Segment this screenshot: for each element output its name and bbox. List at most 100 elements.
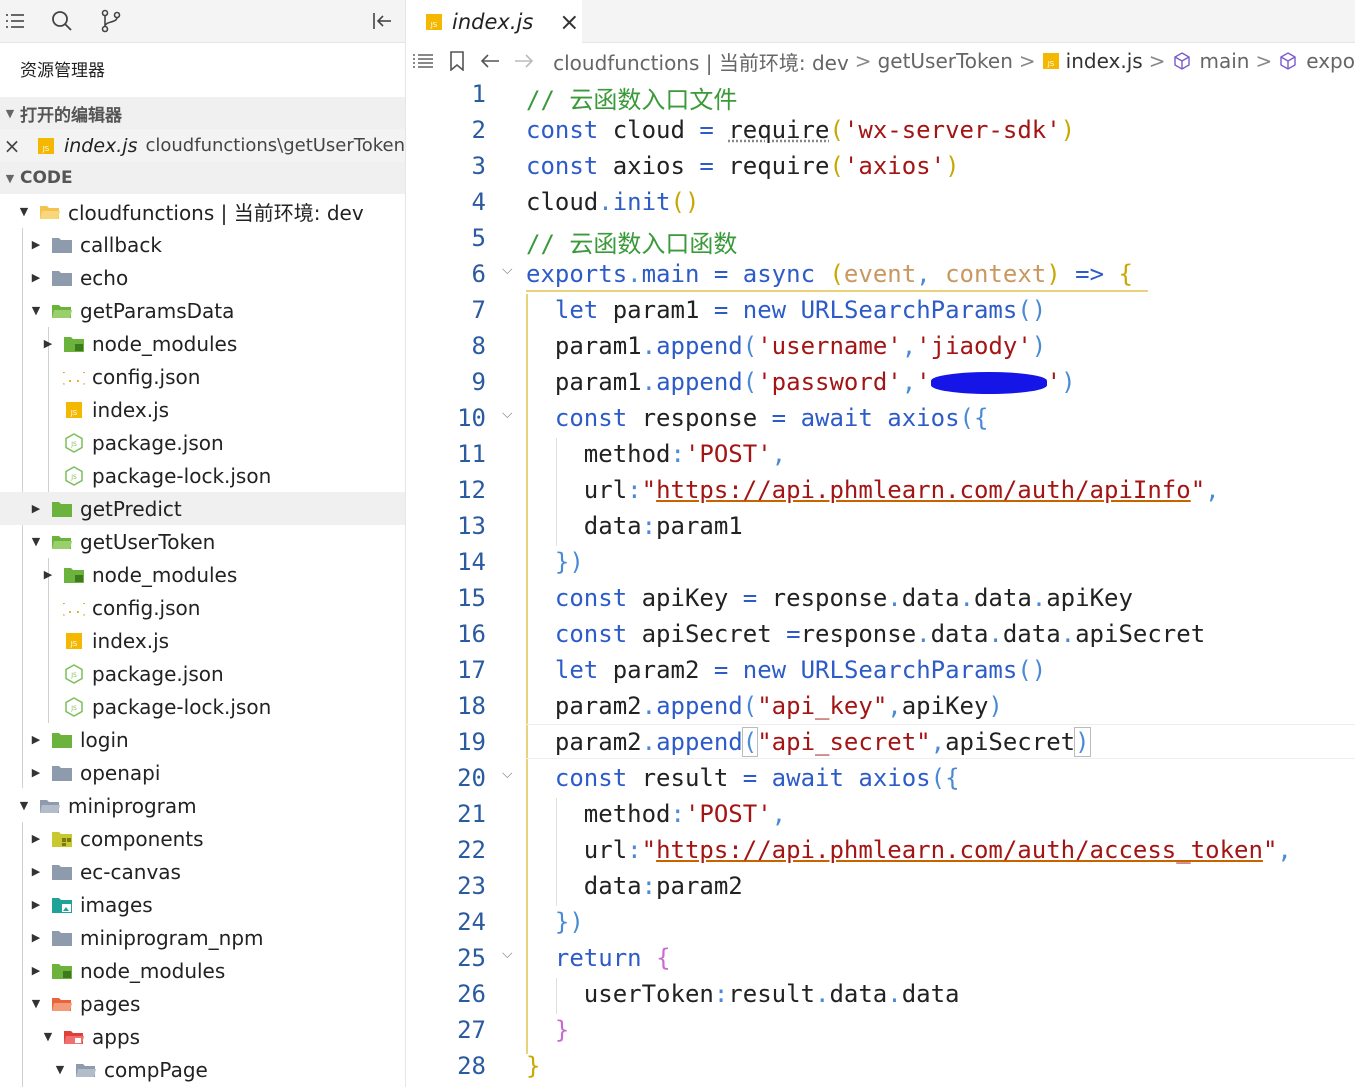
code-string: 'wx-server-sdk' bbox=[843, 116, 1061, 144]
tree-item-label: node_modules bbox=[92, 331, 238, 356]
svg-text:JS: JS bbox=[70, 705, 77, 712]
cloud-folder-open-icon bbox=[50, 301, 74, 321]
collapse-panel-icon[interactable] bbox=[369, 8, 395, 34]
chevron-down-icon: ▼ bbox=[31, 304, 41, 317]
folder-icon bbox=[50, 928, 74, 948]
tree-item-node-modules[interactable]: ▶ node_modules bbox=[0, 327, 405, 360]
outline-icon[interactable] bbox=[406, 53, 440, 69]
tree-item-package-json[interactable]: JS package.json bbox=[0, 657, 405, 690]
tree-item-config-json[interactable]: {..} config.json bbox=[0, 360, 405, 393]
tree-item-pages[interactable]: ▼ pages bbox=[0, 987, 405, 1020]
apps-folder-open-icon bbox=[62, 1027, 86, 1047]
tree-item-apps[interactable]: ▼ apps bbox=[0, 1020, 405, 1053]
cloud-folder-open-icon bbox=[50, 532, 74, 552]
code-line-10: const response = await axios({ bbox=[554, 404, 989, 432]
folder-icon bbox=[50, 235, 74, 255]
svg-text:{..}: {..} bbox=[63, 602, 85, 617]
tree-item-images[interactable]: ▶ images bbox=[0, 888, 405, 921]
tree-item-getpredict[interactable]: ▶ getPredict bbox=[0, 492, 405, 525]
fold-chevron-icon[interactable]: ⌵ bbox=[502, 946, 513, 962]
tree-item-components[interactable]: ▶ components bbox=[0, 822, 405, 855]
code-line-11: method:'POST', bbox=[583, 440, 787, 468]
workspace-header[interactable]: ▼ CODE bbox=[0, 162, 405, 194]
tree-item-getparamsdata[interactable]: ▼ getParamsData bbox=[0, 294, 405, 327]
breadcrumb-item-file[interactable]: index.js bbox=[1066, 49, 1143, 73]
tree-item-config-json[interactable]: {..} config.json bbox=[0, 591, 405, 624]
open-editors-header[interactable]: ▼ 打开的编辑器 bbox=[0, 97, 405, 129]
sidebar-toolbar bbox=[0, 0, 405, 43]
source-control-icon[interactable] bbox=[98, 8, 124, 34]
tree-item-package-lock-json[interactable]: JS package-lock.json bbox=[0, 459, 405, 492]
chevron-right-icon: ▶ bbox=[31, 733, 41, 746]
js-file-icon: JS bbox=[422, 12, 446, 32]
tree-item-echo[interactable]: ▶ echo bbox=[0, 261, 405, 294]
js-file-icon: JS bbox=[62, 400, 86, 420]
tree-item-node-modules[interactable]: ▶ node_modules bbox=[0, 954, 405, 987]
folder-open-icon bbox=[38, 202, 62, 222]
line-number: 3 bbox=[471, 152, 486, 180]
tree-item-getusertoken[interactable]: ▼ getUserToken bbox=[0, 525, 405, 558]
tree-item-comppage[interactable]: ▼ compPage bbox=[0, 1053, 405, 1086]
forward-arrow-icon[interactable] bbox=[507, 53, 541, 69]
code-line-26: userToken:result.data.data bbox=[583, 980, 960, 1008]
code-line-16: const apiSecret =response.data.data.apiS… bbox=[554, 620, 1206, 648]
tree-item-ec-canvas[interactable]: ▶ ec-canvas bbox=[0, 855, 405, 888]
tree-item-package-lock-json[interactable]: JS package-lock.json bbox=[0, 690, 405, 723]
fold-chevron-icon[interactable]: ⌵ bbox=[502, 766, 513, 782]
tree-item-package-json[interactable]: JS package.json bbox=[0, 426, 405, 459]
fold-chevron-icon[interactable]: ⌵ bbox=[502, 262, 513, 278]
close-icon[interactable]: × bbox=[559, 8, 579, 36]
tab-index-js[interactable]: JS index.js × bbox=[406, 0, 582, 43]
breadcrumb-item-root[interactable]: cloudfunctions | 当前环境: dev bbox=[553, 47, 849, 76]
code-link[interactable]: https://api.phmlearn.com/auth/access_tok… bbox=[656, 836, 1263, 864]
tree-item-callback[interactable]: ▶ callback bbox=[0, 228, 405, 261]
breadcrumb-item-symbol-2[interactable]: expo bbox=[1306, 49, 1355, 73]
breadcrumb-separator: > bbox=[1255, 49, 1273, 73]
line-number: 1 bbox=[471, 80, 486, 108]
code-link[interactable]: https://api.phmlearn.com/auth/apiInfo bbox=[656, 476, 1191, 504]
node-folder-icon bbox=[50, 961, 74, 981]
code-line-2: const cloud = require('wx-server-sdk') bbox=[526, 116, 1076, 144]
line-number: 11 bbox=[457, 440, 486, 468]
tree-item-miniprogram[interactable]: ▼ miniprogram bbox=[0, 789, 405, 822]
symbol-method-icon bbox=[1278, 51, 1298, 71]
line-number: 15 bbox=[457, 584, 486, 612]
line-number: 26 bbox=[457, 980, 486, 1008]
tree-item-label: cloudfunctions | 当前环境: dev bbox=[68, 201, 364, 225]
list-icon[interactable] bbox=[2, 8, 28, 34]
breadcrumb-separator: > bbox=[854, 49, 872, 73]
tree-item-index-js[interactable]: JS index.js bbox=[0, 393, 405, 426]
folder-icon bbox=[50, 268, 74, 288]
json-file-icon: {..} bbox=[62, 367, 86, 387]
tree-item-login[interactable]: ▶ login bbox=[0, 723, 405, 756]
fold-chevron-icon[interactable]: ⌵ bbox=[502, 406, 513, 422]
tree-item-openapi[interactable]: ▶ openapi bbox=[0, 756, 405, 789]
breadcrumb-item-symbol[interactable]: main bbox=[1200, 49, 1250, 73]
code-line-5: // 云函数入口函数 bbox=[526, 224, 737, 259]
pages-folder-open-icon bbox=[50, 994, 74, 1014]
folder-open-icon bbox=[74, 1060, 98, 1080]
breadcrumb: cloudfunctions | 当前环境: dev > getUserToke… bbox=[406, 43, 1355, 79]
code-editor[interactable]: 1 2 3 4 5 6 7 8 9 10 11 12 13 14 15 16 1… bbox=[406, 78, 1355, 1087]
close-icon[interactable]: × bbox=[0, 134, 24, 158]
tree-item-cloudfunctions[interactable]: ▼ cloudfunctions | 当前环境: dev bbox=[0, 195, 405, 228]
tree-item-label: pages bbox=[80, 991, 141, 1016]
tree-item-label: package-lock.json bbox=[92, 694, 272, 719]
tree-item-label: getParamsData bbox=[80, 298, 235, 323]
explorer-title: 资源管理器 bbox=[20, 61, 105, 81]
code-line-21: method:'POST', bbox=[583, 800, 787, 828]
json-file-icon: {..} bbox=[62, 598, 86, 618]
breadcrumb-separator: > bbox=[1148, 49, 1166, 73]
bookmark-icon[interactable] bbox=[440, 51, 474, 71]
chevron-down-icon: ▼ bbox=[5, 171, 15, 185]
line-number: 10 bbox=[457, 404, 486, 432]
back-arrow-icon[interactable] bbox=[474, 53, 508, 69]
tree-item-node-modules[interactable]: ▶ node_modules bbox=[0, 558, 405, 591]
open-editor-item[interactable]: × JS index.js cloudfunctions\getUserToke… bbox=[0, 129, 405, 162]
search-icon[interactable] bbox=[49, 8, 75, 34]
tree-item-label: miniprogram bbox=[68, 793, 197, 818]
svg-text:JS: JS bbox=[430, 21, 438, 29]
tree-item-miniprogram-npm[interactable]: ▶ miniprogram_npm bbox=[0, 921, 405, 954]
tree-item-index-js[interactable]: JS index.js bbox=[0, 624, 405, 657]
breadcrumb-item-folder[interactable]: getUserToken bbox=[878, 49, 1013, 73]
